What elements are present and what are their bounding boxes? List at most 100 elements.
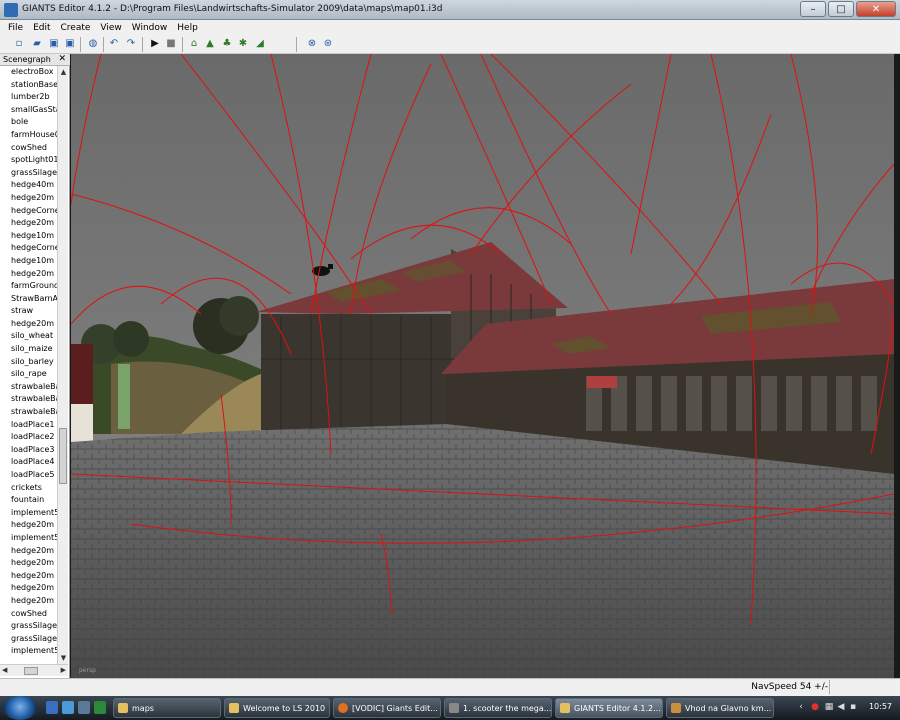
- scenegraph-item[interactable]: loadPlace1: [0, 419, 57, 432]
- scenegraph-item[interactable]: hedge20m: [0, 557, 57, 570]
- scenegraph-item[interactable]: hedge40m: [0, 179, 57, 192]
- scenegraph-item[interactable]: implement5: [0, 507, 57, 520]
- scenegraph-item[interactable]: hedge20m: [0, 192, 57, 205]
- scenegraph-item[interactable]: fountain: [0, 494, 57, 507]
- close-icon[interactable]: ✕: [58, 54, 66, 64]
- save-icon[interactable]: ▣: [47, 37, 61, 51]
- import-icon[interactable]: ◍: [86, 37, 100, 51]
- new-icon[interactable]: ▫: [12, 37, 26, 51]
- taskbar-button-welcome[interactable]: Welcome to LS 2010: [224, 698, 330, 718]
- start-button[interactable]: [3, 696, 37, 720]
- scenegraph-item[interactable]: crickets: [0, 482, 57, 495]
- stop-icon[interactable]: ■: [164, 37, 178, 51]
- maximize-button[interactable]: □: [828, 1, 854, 17]
- volume-icon[interactable]: ◀: [836, 702, 846, 712]
- scroll-left-icon[interactable]: ◀: [2, 666, 7, 674]
- menu-file[interactable]: File: [8, 23, 23, 33]
- scenegraph-item[interactable]: StrawBarnA: [0, 293, 57, 306]
- terrain-icon[interactable]: ▲: [203, 37, 217, 51]
- show-desktop-icon[interactable]: [46, 701, 58, 714]
- scenegraph-item[interactable]: farmHouse0: [0, 129, 57, 142]
- quicklaunch-icon[interactable]: [94, 701, 106, 714]
- ie-icon[interactable]: [62, 701, 74, 714]
- scenegraph-item[interactable]: farmGround: [0, 280, 57, 293]
- scenegraph-item[interactable]: grassSilage0: [0, 633, 57, 646]
- redo-icon[interactable]: ↷: [124, 37, 138, 51]
- 3d-viewport[interactable]: persp: [71, 54, 894, 678]
- scenegraph-item[interactable]: strawbaleBa: [0, 406, 57, 419]
- scenegraph-horizontal-scrollbar[interactable]: ◀ ▶: [0, 664, 68, 676]
- scroll-up-icon[interactable]: ▲: [59, 67, 68, 77]
- scenegraph-item[interactable]: implement5: [0, 532, 57, 545]
- taskbar-button-maps[interactable]: maps: [113, 698, 221, 718]
- scenegraph-item[interactable]: hedge20m: [0, 582, 57, 595]
- scenegraph-item[interactable]: hedgeCorne: [0, 242, 57, 255]
- scenegraph-item[interactable]: hedge20m: [0, 318, 57, 331]
- foliage-icon[interactable]: ♣: [220, 37, 234, 51]
- scroll-thumb[interactable]: [24, 667, 38, 675]
- taskbar-button-firefox[interactable]: [VODIC] Giants Edit...: [333, 698, 441, 718]
- scenegraph-item[interactable]: silo_rape: [0, 368, 57, 381]
- close-button[interactable]: ✕: [856, 1, 896, 17]
- settings-icon[interactable]: ⊛: [321, 37, 335, 51]
- scroll-down-icon[interactable]: ▼: [59, 653, 68, 663]
- menu-window[interactable]: Window: [132, 23, 168, 33]
- network-icon[interactable]: ▦: [824, 702, 834, 712]
- scenegraph-item[interactable]: hedge20m: [0, 519, 57, 532]
- save-as-icon[interactable]: ▣: [63, 37, 77, 51]
- scenegraph-item[interactable]: strawbaleBa: [0, 381, 57, 394]
- minimize-button[interactable]: –: [800, 1, 826, 17]
- scenegraph-item[interactable]: cowShed: [0, 608, 57, 621]
- play-icon[interactable]: ▶: [148, 37, 162, 51]
- scenegraph-item[interactable]: silo_maize: [0, 343, 57, 356]
- scenegraph-item[interactable]: bole: [0, 116, 57, 129]
- scenegraph-item[interactable]: loadPlace5: [0, 469, 57, 482]
- menu-view[interactable]: View: [100, 23, 121, 33]
- scenegraph-item[interactable]: hedge10m: [0, 230, 57, 243]
- scroll-right-icon[interactable]: ▶: [61, 666, 66, 674]
- scenegraph-item[interactable]: strawbaleBa: [0, 393, 57, 406]
- green-silo: [118, 364, 130, 429]
- scenegraph-item[interactable]: grassSilage0: [0, 167, 57, 180]
- menu-create[interactable]: Create: [61, 23, 91, 33]
- scenegraph-item[interactable]: hedge20m: [0, 217, 57, 230]
- scenegraph-item[interactable]: electroBox: [0, 66, 57, 79]
- chevron-left-icon[interactable]: ‹: [796, 702, 806, 712]
- scenegraph-item[interactable]: stationBase: [0, 79, 57, 92]
- viewport-scene: persp: [71, 54, 894, 678]
- grass-icon[interactable]: ✱: [236, 37, 250, 51]
- house-icon[interactable]: ⌂: [187, 37, 201, 51]
- scenegraph-item[interactable]: grassSilage0: [0, 620, 57, 633]
- scenegraph-item[interactable]: lumber2b: [0, 91, 57, 104]
- scenegraph-item[interactable]: loadPlace4: [0, 456, 57, 469]
- menu-edit[interactable]: Edit: [33, 23, 50, 33]
- taskbar-button-vhod[interactable]: Vhod na Glavno km...: [666, 698, 774, 718]
- safely-remove-icon[interactable]: ▪: [848, 702, 858, 712]
- scenegraph-item[interactable]: loadPlace3: [0, 444, 57, 457]
- scenegraph-item[interactable]: smallGasSta: [0, 104, 57, 117]
- scenegraph-vertical-scrollbar[interactable]: ▲ ▼: [57, 66, 68, 664]
- antivirus-icon[interactable]: ●: [810, 702, 820, 712]
- scenegraph-item[interactable]: straw: [0, 305, 57, 318]
- taskbar-button-scooter[interactable]: 1. scooter the mega...: [444, 698, 552, 718]
- scenegraph-item[interactable]: cowShed: [0, 142, 57, 155]
- undo-icon[interactable]: ↶: [107, 37, 121, 51]
- scenegraph-item[interactable]: silo_barley: [0, 356, 57, 369]
- scenegraph-item[interactable]: hedge20m: [0, 545, 57, 558]
- menu-help[interactable]: Help: [177, 23, 198, 33]
- scenegraph-item[interactable]: hedge20m: [0, 268, 57, 281]
- scenegraph-item[interactable]: loadPlace2: [0, 431, 57, 444]
- scenegraph-item[interactable]: silo_wheat: [0, 330, 57, 343]
- open-icon[interactable]: ▰: [30, 37, 44, 51]
- scroll-thumb[interactable]: [59, 428, 67, 484]
- scenegraph-item[interactable]: hedge10m: [0, 255, 57, 268]
- taskbar-button-giants[interactable]: GIANTS Editor 4.1.2...: [555, 698, 663, 718]
- paint-icon[interactable]: ◢: [253, 37, 267, 51]
- render-icon[interactable]: ⊗: [305, 37, 319, 51]
- scenegraph-item[interactable]: hedge20m: [0, 570, 57, 583]
- scenegraph-item[interactable]: spotLight01: [0, 154, 57, 167]
- scenegraph-item[interactable]: implement5: [0, 645, 57, 658]
- scenegraph-item[interactable]: hedge20m: [0, 595, 57, 608]
- explorer-icon[interactable]: [78, 701, 90, 714]
- scenegraph-item[interactable]: hedgeCorne: [0, 205, 57, 218]
